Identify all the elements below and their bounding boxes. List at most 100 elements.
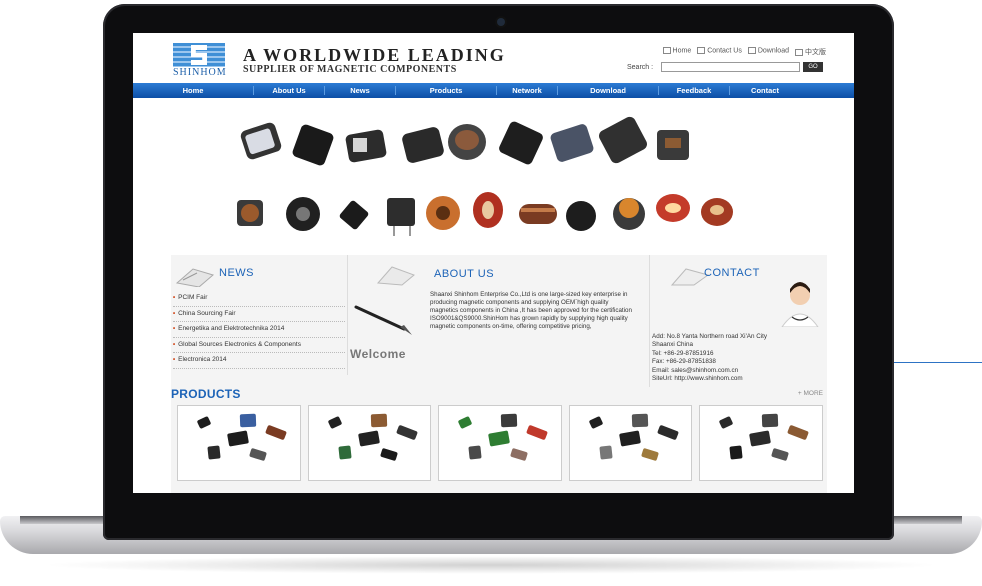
contact-line: SiteUrl: http://www.shinhom.com <box>652 375 743 383</box>
product-part-image <box>370 413 387 428</box>
product-part-image <box>719 415 734 430</box>
contact-line: Email: sales@shinhom.com.cn <box>652 366 739 374</box>
main-nav: Home About Us News Products Network Download F… <box>133 83 854 98</box>
bullet-icon: • <box>173 357 176 363</box>
product-part-image <box>749 430 772 447</box>
hero-banner <box>133 98 854 253</box>
browser-screen: SHINHOM A WORLDWIDE LEADING SUPPLIER OF … <box>133 33 854 493</box>
top-links: Home Contact Us Download 中文版 <box>662 47 826 57</box>
product-part-image <box>618 430 641 447</box>
bullet-icon: • <box>173 295 176 301</box>
news-item-label: China Sourcing Fair <box>178 309 236 317</box>
news-item[interactable]: • Electronica 2014 <box>173 353 345 369</box>
news-item-label: Global Sources Electronics & Components <box>178 340 301 348</box>
product-part-image <box>640 447 659 462</box>
product-part-image <box>599 445 613 460</box>
language-icon <box>795 48 803 56</box>
product-part-image <box>395 424 418 441</box>
product-part-image <box>729 445 744 460</box>
news-item[interactable]: • PCIM Fair <box>173 291 345 307</box>
welcome-text: Welcome <box>350 347 406 361</box>
nav-item-feedback[interactable]: Feedback <box>659 83 729 98</box>
bullet-icon: • <box>173 326 176 332</box>
nav-item-download[interactable]: Download <box>558 83 658 98</box>
news-item-label: Electronica 2014 <box>178 356 227 363</box>
home-icon <box>662 47 671 54</box>
top-link-chinese[interactable]: 中文版 <box>795 47 826 57</box>
logo-text: SHINHOM <box>173 67 227 78</box>
bullet-icon: • <box>173 310 176 317</box>
product-part-image <box>488 430 511 447</box>
nav-item-products[interactable]: Products <box>396 83 496 98</box>
products-row <box>177 405 823 491</box>
top-link-contact[interactable]: Contact Us <box>697 47 742 57</box>
nav-item-home[interactable]: Home <box>133 83 253 98</box>
product-part-image <box>468 445 482 460</box>
product-part-image <box>337 445 352 460</box>
news-paper-icon <box>175 268 215 287</box>
product-part-image <box>526 424 549 441</box>
go-button[interactable]: GO <box>803 62 823 72</box>
components-image <box>237 116 733 236</box>
product-card[interactable] <box>438 405 562 481</box>
contact-line: Add: No.8 Yanta Northern road Xi'An City <box>652 333 768 340</box>
news-item-label: Energetika and Elektrotechnika 2014 <box>178 325 285 332</box>
search-input[interactable] <box>661 62 800 72</box>
about-text: Shaanxi Shinhom Enterprise Co.,Ltd is on… <box>430 291 632 330</box>
operator-avatar <box>781 282 819 327</box>
contact-details: Add: No.8 Yanta Northern road Xi'An City… <box>652 333 828 383</box>
product-part-image <box>510 447 529 462</box>
more-link[interactable]: + MORE <box>798 390 823 397</box>
product-part-image <box>457 415 473 430</box>
site-header: SHINHOM A WORLDWIDE LEADING SUPPLIER OF … <box>133 33 854 81</box>
about-icon <box>376 266 415 286</box>
top-link-home[interactable]: Home <box>662 47 691 57</box>
about-section: ABOUT US Welcome Shaanxi Shinhom Enterpr… <box>347 255 650 375</box>
laptop-shadow <box>40 556 942 574</box>
product-part-image <box>265 424 287 441</box>
tagline-line2: SUPPLIER OF MAGNETIC COMPONENTS <box>243 64 457 75</box>
product-part-image <box>588 415 604 430</box>
product-card[interactable] <box>307 405 432 481</box>
nav-item-news[interactable]: News <box>325 83 395 98</box>
product-part-image <box>787 424 810 441</box>
content-area: NEWS • PCIM Fair • China Sourcing Fair • Ener… <box>171 255 827 493</box>
camera-icon <box>497 18 505 26</box>
top-link-download[interactable]: Download <box>747 47 789 57</box>
contact-title: CONTACT <box>704 267 760 279</box>
product-part-image <box>249 447 267 462</box>
nav-item-network[interactable]: Network <box>497 83 557 98</box>
product-part-image <box>631 413 649 428</box>
about-title: ABOUT US <box>434 268 495 280</box>
news-list: • PCIM Fair • China Sourcing Fair • Energetik… <box>173 291 345 369</box>
product-card[interactable] <box>568 405 693 481</box>
tagline-line1: A WORLDWIDE LEADING <box>243 45 506 65</box>
product-part-image <box>207 445 221 460</box>
product-part-image <box>239 413 257 428</box>
contact-section: CONTACT Add: No.8 Yanta Northern road Xi… <box>649 255 828 387</box>
components-row-1 <box>240 116 689 166</box>
product-card[interactable] <box>177 405 301 481</box>
news-item[interactable]: • Energetika and Elektrotechnika 2014 <box>173 322 345 338</box>
product-card[interactable] <box>699 405 823 481</box>
contact-line: Fax: +86-29-87851838 <box>652 358 716 366</box>
news-title: NEWS <box>219 267 254 279</box>
nav-item-contact[interactable]: Contact <box>730 83 800 98</box>
shinhom-logo-icon[interactable] <box>173 43 225 67</box>
contact-line: Tel: +86-29-87851916 <box>652 349 714 357</box>
news-item[interactable]: • China Sourcing Fair <box>173 307 345 322</box>
news-section: NEWS • PCIM Fair • China Sourcing Fair • Ener… <box>171 255 347 375</box>
product-part-image <box>379 447 398 462</box>
product-part-image <box>762 413 779 428</box>
bullet-icon: • <box>173 341 176 348</box>
contact-line: Shaanxi China <box>652 341 693 349</box>
people-icon <box>697 47 706 54</box>
news-item-label: PCIM Fair <box>178 294 208 301</box>
nav-item-about-us[interactable]: About Us <box>254 83 324 98</box>
product-part-image <box>227 430 249 447</box>
news-item[interactable]: • Global Sources Electronics & Components <box>173 338 345 353</box>
components-row-2 <box>237 192 733 236</box>
product-part-image <box>771 447 790 462</box>
product-part-image <box>196 415 212 430</box>
mail-icon <box>747 47 756 54</box>
